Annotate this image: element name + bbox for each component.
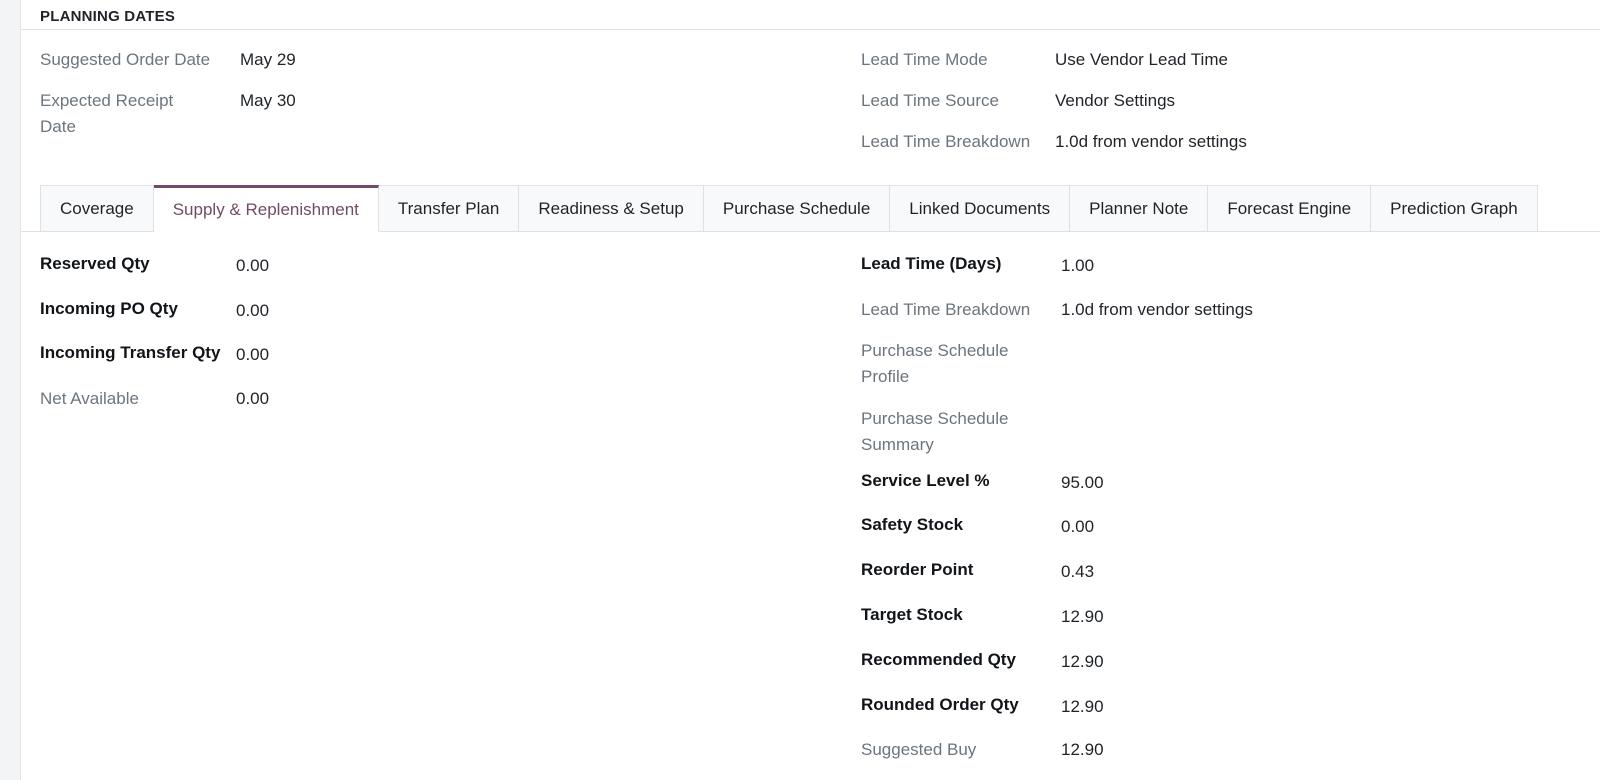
tab-readiness-setup[interactable]: Readiness & Setup [519, 185, 704, 232]
lead-time-breakdown-label: Lead Time Breakdown [861, 132, 1031, 151]
supply-lead-time-breakdown-value: 1.0d from vendor settings [1061, 300, 1253, 319]
recommended-qty-label: Recommended Qty [861, 650, 1016, 669]
net-available-value: 0.00 [236, 389, 270, 408]
safety-stock-value[interactable]: 0.00 [1061, 514, 1094, 540]
notebook-tabs: Coverage Supply & Replenishment Transfer… [40, 185, 1538, 232]
tab-planner-note[interactable]: Planner Note [1070, 185, 1209, 232]
suggested-order-date-value[interactable]: May 29 [240, 47, 296, 73]
rounded-order-qty-label: Rounded Order Qty [861, 695, 1019, 714]
target-stock-value[interactable]: 12.90 [1061, 604, 1104, 630]
form-sheet: PLANNING DATES Suggested Order Date May … [21, 0, 1600, 780]
reorder-point-value[interactable]: 0.43 [1061, 559, 1094, 585]
reserved-qty-value[interactable]: 0.00 [236, 253, 269, 279]
tab-linked-documents[interactable]: Linked Documents [890, 185, 1071, 232]
service-level-value[interactable]: 95.00 [1061, 470, 1104, 496]
lead-time-days-label: Lead Time (Days) [861, 254, 1002, 273]
purchase-schedule-profile-label: Purchase Schedule Profile [861, 341, 1009, 386]
tab-transfer-plan[interactable]: Transfer Plan [378, 185, 520, 232]
lead-time-breakdown-value: 1.0d from vendor settings [1055, 132, 1247, 151]
tab-supply-replenishment[interactable]: Supply & Replenishment [153, 185, 379, 232]
lead-time-source-value[interactable]: Vendor Settings [1055, 88, 1175, 114]
target-stock-label: Target Stock [861, 605, 963, 624]
incoming-po-qty-value[interactable]: 0.00 [236, 298, 269, 324]
tab-coverage[interactable]: Coverage [40, 185, 154, 232]
lead-time-source-label: Lead Time Source [861, 91, 999, 110]
supply-lead-time-breakdown-label: Lead Time Breakdown [861, 300, 1031, 319]
lead-time-mode-label: Lead Time Mode [861, 50, 988, 69]
reorder-point-label: Reorder Point [861, 560, 974, 579]
net-available-label: Net Available [40, 389, 139, 408]
tab-prediction-graph[interactable]: Prediction Graph [1371, 185, 1538, 232]
reserved-qty-label: Reserved Qty [40, 254, 150, 273]
section-title-planning-dates: PLANNING DATES [40, 8, 176, 25]
lead-time-days-value[interactable]: 1.00 [1061, 253, 1094, 279]
incoming-transfer-qty-value[interactable]: 0.00 [236, 342, 269, 368]
expected-receipt-date-label: Expected Receipt Date [40, 91, 174, 136]
safety-stock-label: Safety Stock [861, 515, 964, 534]
tab-purchase-schedule[interactable]: Purchase Schedule [703, 185, 891, 232]
incoming-transfer-qty-label: Incoming Transfer Qty [40, 343, 221, 362]
lead-time-mode-value[interactable]: Use Vendor Lead Time [1055, 47, 1228, 73]
left-rail [0, 0, 21, 780]
recommended-qty-value[interactable]: 12.90 [1061, 649, 1104, 675]
service-level-label: Service Level % [861, 471, 990, 490]
incoming-po-qty-label: Incoming PO Qty [40, 299, 178, 318]
suggested-order-date-label: Suggested Order Date [40, 50, 211, 69]
suggested-buy-value: 12.90 [1061, 740, 1104, 759]
section-divider [21, 29, 1600, 30]
suggested-buy-label: Suggested Buy [861, 740, 977, 759]
tab-forecast-engine[interactable]: Forecast Engine [1208, 185, 1372, 232]
purchase-schedule-summary-label: Purchase Schedule Summary [861, 409, 1009, 454]
rounded-order-qty-value[interactable]: 12.90 [1061, 694, 1104, 720]
expected-receipt-date-value[interactable]: May 30 [240, 88, 296, 114]
